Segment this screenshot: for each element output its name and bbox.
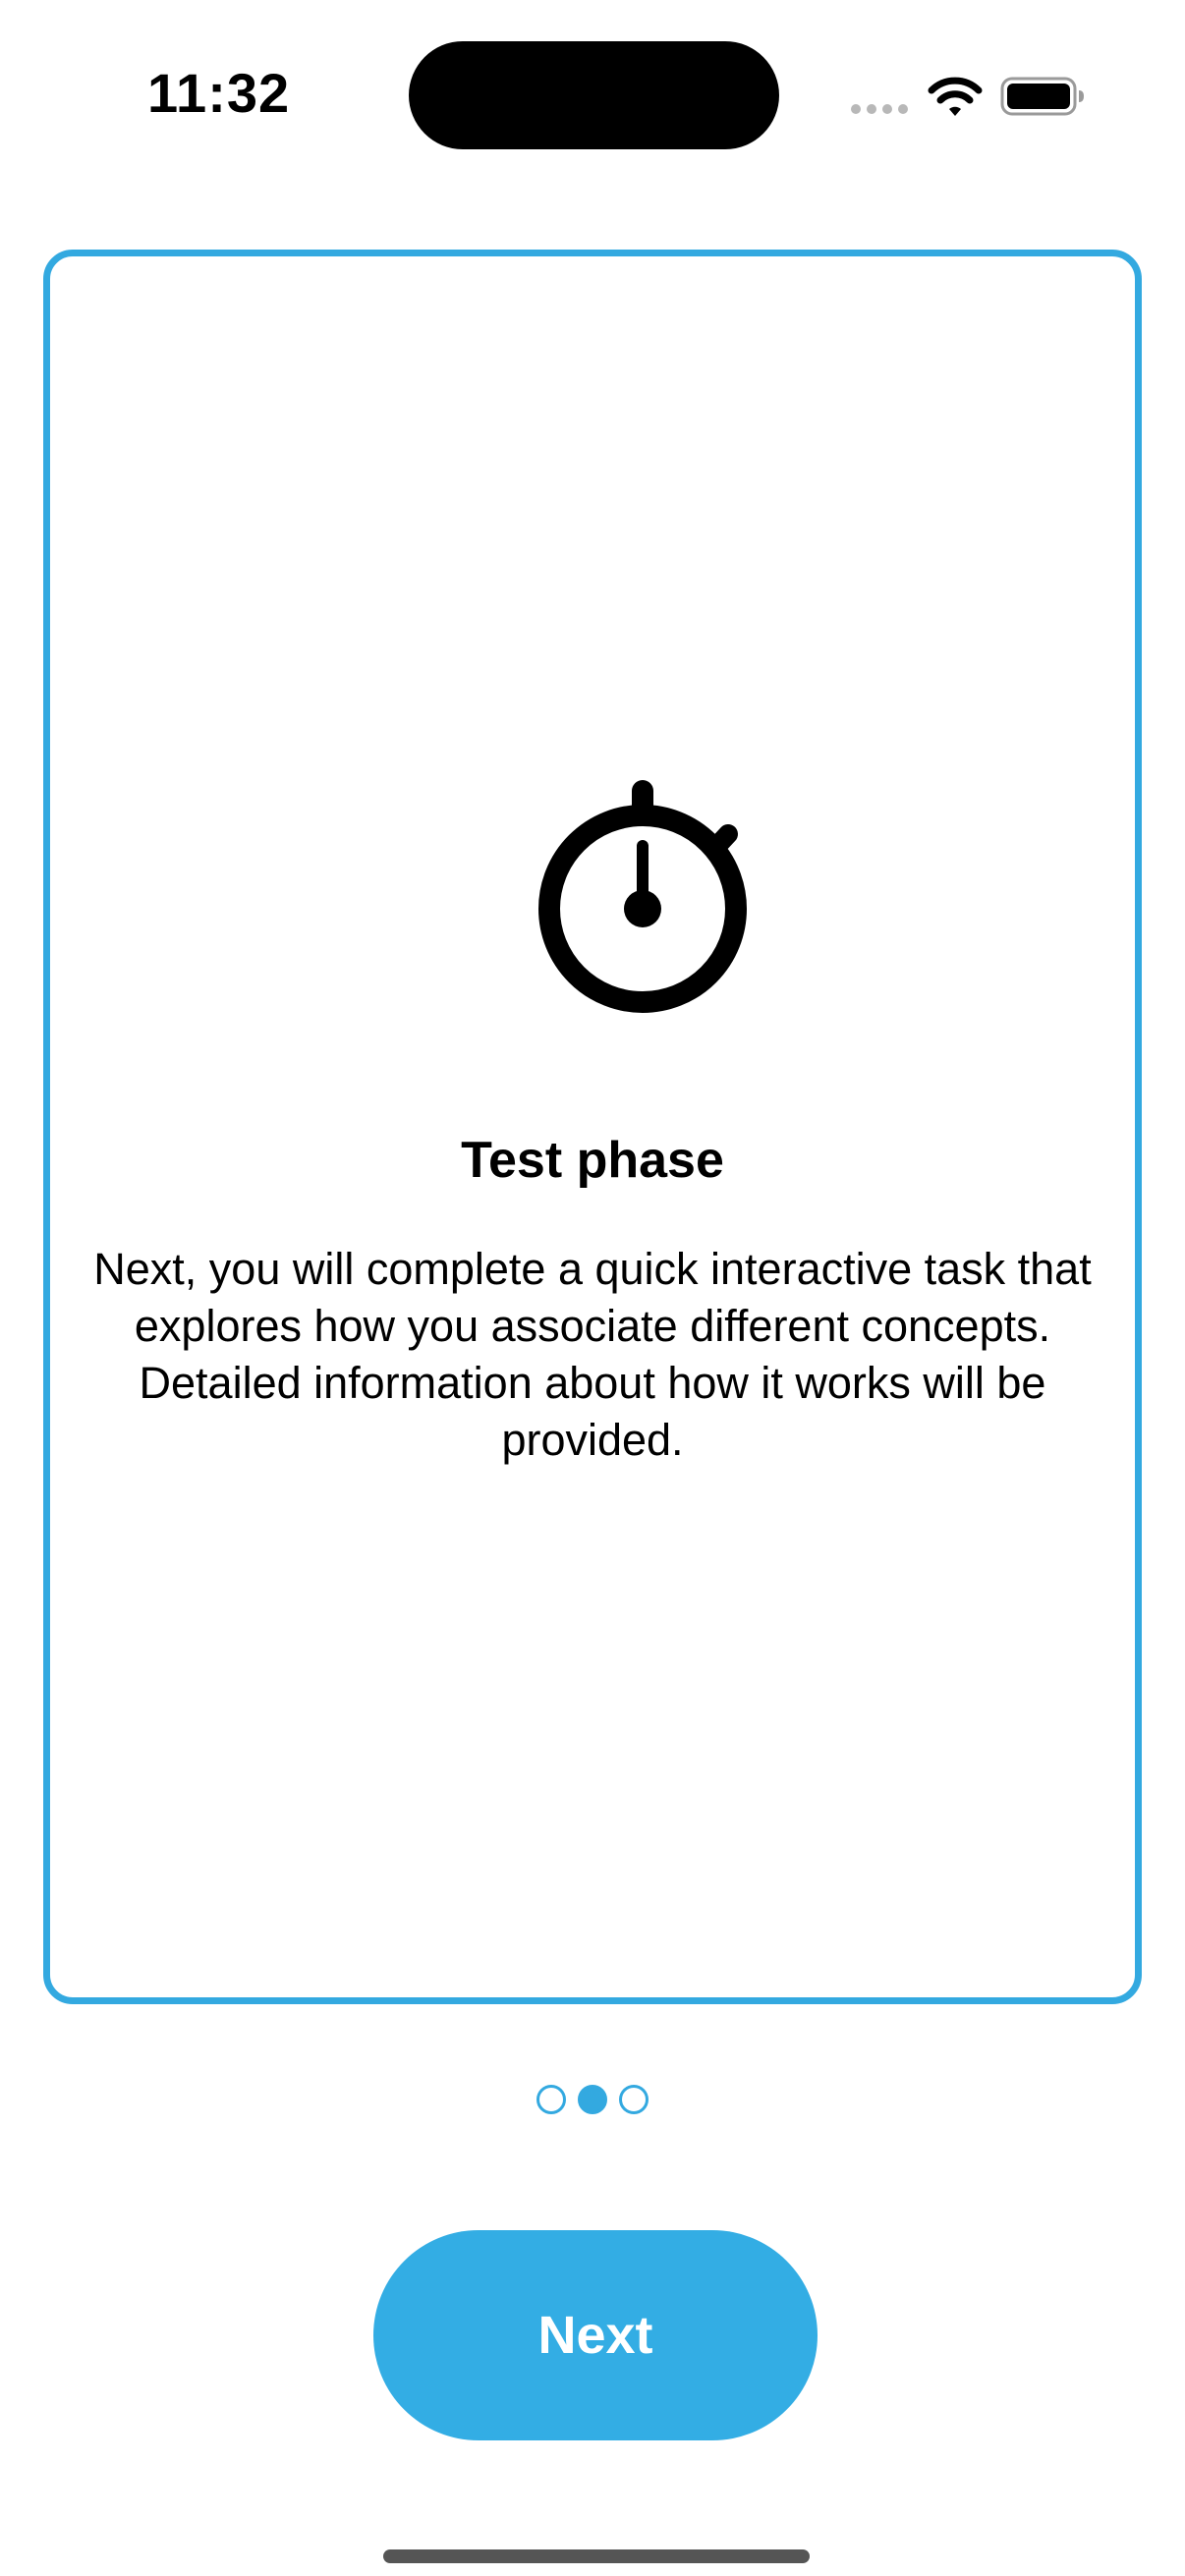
home-indicator[interactable] [383, 2549, 810, 2563]
battery-icon [1000, 77, 1084, 116]
stopwatch-icon [538, 780, 747, 1013]
page-indicator[interactable] [0, 2085, 1185, 2114]
card-title: Test phase [461, 1132, 724, 1189]
status-time: 11:32 [147, 62, 291, 124]
page-dot-3[interactable] [619, 2085, 649, 2114]
page-dot-1[interactable] [536, 2085, 566, 2114]
card-description: Next, you will complete a quick interact… [93, 1244, 1092, 1465]
dynamic-island [409, 41, 779, 149]
info-card: Test phase Next, you will complete a qui… [43, 250, 1142, 2004]
status-bar: 11:32 [0, 0, 1185, 196]
next-button[interactable]: Next [373, 2230, 818, 2440]
wifi-icon [928, 77, 983, 116]
cellular-signal-icon [851, 104, 908, 114]
page-dot-2[interactable] [578, 2085, 607, 2114]
